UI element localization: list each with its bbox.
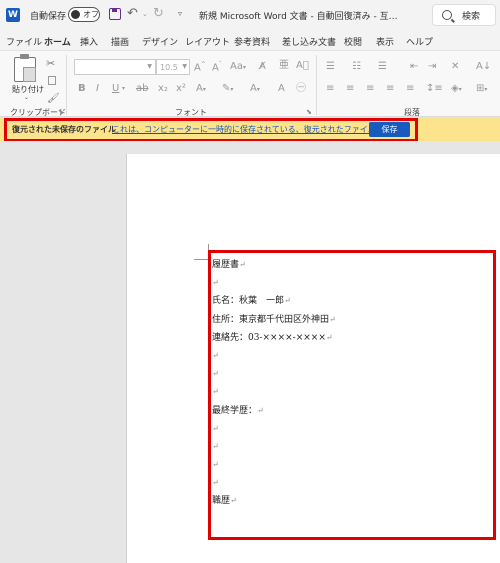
- tab-home[interactable]: ホーム: [44, 35, 71, 52]
- save-icon[interactable]: [109, 8, 121, 20]
- clear-formatting-icon[interactable]: A̸: [259, 62, 266, 72]
- sort-icon[interactable]: A↓: [476, 62, 491, 72]
- enclose-characters-icon[interactable]: ㊀: [296, 84, 306, 94]
- borders-icon[interactable]: ⊞▾: [476, 84, 487, 94]
- divider: [316, 55, 317, 115]
- asian-layout-icon[interactable]: ✕: [451, 62, 459, 72]
- document-title: 新規 Microsoft Word 文書 - 自動回復済み - 互…: [199, 12, 398, 22]
- tab-file[interactable]: ファイル: [6, 35, 42, 48]
- tab-draw[interactable]: 描画: [111, 35, 129, 48]
- infobar-highlight-box: [4, 118, 418, 142]
- chevron-down-icon: ▼: [147, 63, 152, 70]
- format-painter-icon[interactable]: 🖌: [47, 93, 60, 104]
- copy-icon[interactable]: [48, 76, 56, 85]
- increase-indent-icon[interactable]: ⇥: [428, 62, 436, 72]
- font-launcher-icon[interactable]: ⬊: [306, 108, 312, 116]
- font-name-combo[interactable]: ▼: [74, 59, 156, 75]
- font-size-value: 10.5: [160, 63, 178, 72]
- tab-view[interactable]: 表示: [376, 35, 394, 48]
- subscript-icon[interactable]: x₂: [158, 84, 168, 94]
- autosave-label: 自動保存: [30, 12, 67, 22]
- document-highlight-box: [208, 250, 496, 540]
- font-color-icon[interactable]: A▾: [250, 84, 260, 94]
- grow-font-icon[interactable]: A^: [194, 62, 206, 73]
- underline-dropdown-icon[interactable]: ▾: [122, 86, 125, 92]
- cut-icon[interactable]: ✂: [46, 57, 55, 70]
- character-border-icon[interactable]: A⃞: [296, 61, 309, 71]
- distribute-icon[interactable]: ≡: [406, 84, 414, 94]
- tab-references[interactable]: 参考資料: [234, 35, 270, 48]
- undo-icon[interactable]: ↶: [127, 6, 138, 21]
- decrease-indent-icon[interactable]: ⇤: [410, 62, 418, 72]
- align-center-icon[interactable]: ≡: [346, 84, 354, 94]
- ribbon: 貼り付け ⌄ ✂ 🖌 クリップボード ⬊ ▼ 10.5 ▼ A^ Aˇ Aa▾ A…: [0, 50, 500, 117]
- paste-icon[interactable]: [14, 54, 36, 82]
- clipboard-launcher-icon[interactable]: ⬊: [58, 108, 64, 116]
- undo-dropdown-icon[interactable]: ⌄: [142, 10, 148, 18]
- underline-icon[interactable]: U: [112, 84, 119, 94]
- line-spacing-icon[interactable]: ↕≡: [426, 84, 443, 94]
- tab-insert[interactable]: 挿入: [80, 35, 98, 48]
- word-logo-icon: W: [6, 8, 20, 22]
- text-effects-icon[interactable]: A▾: [196, 84, 206, 94]
- tab-layout[interactable]: レイアウト: [185, 35, 230, 48]
- shading-icon[interactable]: ◈▾: [451, 84, 462, 94]
- character-shading-icon[interactable]: A: [278, 84, 285, 94]
- toggle-knob: [71, 10, 80, 19]
- search-box[interactable]: 検索: [432, 4, 496, 26]
- customize-toolbar-icon[interactable]: ▿: [178, 9, 182, 18]
- tab-design[interactable]: デザイン: [142, 35, 178, 48]
- justify-icon[interactable]: ≡: [386, 84, 394, 94]
- numbering-icon[interactable]: ☷: [352, 62, 361, 72]
- change-case-icon[interactable]: Aa▾: [230, 62, 246, 72]
- italic-icon[interactable]: I: [96, 84, 99, 94]
- bullets-icon[interactable]: ☰: [326, 62, 335, 72]
- title-bar: W 自動保存 オフ ↶ ⌄ ↻ ▿ 新規 Microsoft Word 文書 -…: [0, 0, 500, 30]
- highlight-icon[interactable]: ✎▾: [222, 84, 233, 94]
- font-size-combo[interactable]: 10.5 ▼: [156, 59, 190, 75]
- tab-mailings[interactable]: 差し込み文書: [282, 35, 336, 48]
- paste-dropdown-icon[interactable]: ⌄: [24, 94, 29, 101]
- crop-mark: [194, 259, 208, 260]
- superscript-icon[interactable]: x²: [176, 84, 186, 94]
- tab-help[interactable]: ヘルプ: [406, 35, 433, 48]
- autosave-toggle[interactable]: オフ: [68, 7, 100, 22]
- bold-icon[interactable]: B: [78, 84, 86, 94]
- chevron-down-icon: ▼: [182, 63, 187, 70]
- redo-icon[interactable]: ↻: [153, 6, 164, 21]
- strikethrough-icon[interactable]: ab: [136, 84, 148, 94]
- tab-review[interactable]: 校閲: [344, 35, 362, 48]
- autosave-state: オフ: [83, 10, 99, 19]
- multilevel-list-icon[interactable]: ☰: [378, 62, 387, 72]
- align-left-icon[interactable]: ≡: [326, 84, 334, 94]
- search-label: 検索: [462, 11, 481, 22]
- divider: [66, 55, 67, 115]
- phonetic-guide-icon[interactable]: 亜: [279, 61, 289, 71]
- align-right-icon[interactable]: ≡: [366, 84, 374, 94]
- shrink-font-icon[interactable]: Aˇ: [212, 62, 222, 73]
- ribbon-tabs: ファイル ホーム 挿入 描画 デザイン レイアウト 参考資料 差し込み文書 校閲…: [0, 30, 500, 52]
- search-icon: [442, 10, 452, 20]
